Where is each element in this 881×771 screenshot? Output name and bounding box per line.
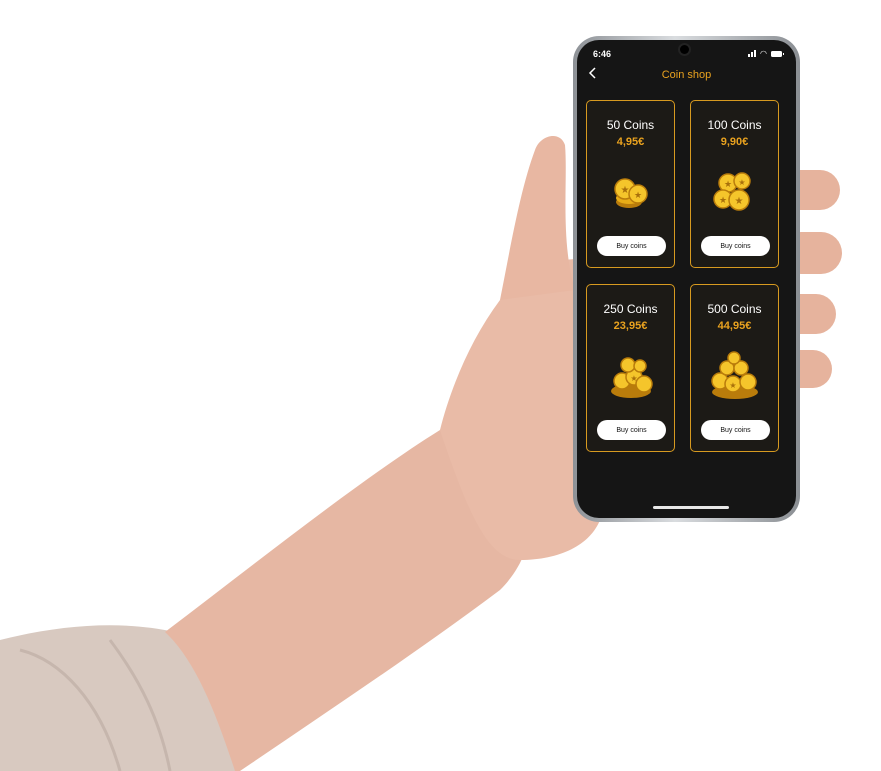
status-time: 6:46 xyxy=(593,49,612,59)
svg-text:★: ★ xyxy=(634,190,642,200)
coin-stack-icon: ★ xyxy=(611,357,653,398)
product-price: 23,95€ xyxy=(613,320,648,332)
svg-text:★: ★ xyxy=(630,374,637,383)
coin-stack-icon: ★ ★ ★ ★ xyxy=(713,172,751,211)
phone-screen: 6:46 ◠ Coin shop 50 Coins 4,95€ ★ ★ Buy … xyxy=(577,40,796,518)
coin-product-grid: 50 Coins 4,95€ ★ ★ Buy coins 100 Coins 9… xyxy=(586,100,791,460)
buy-coins-button[interactable]: Buy coins xyxy=(701,420,770,440)
phone-frame: 6:46 ◠ Coin shop 50 Coins 4,95€ ★ ★ Buy … xyxy=(573,36,800,522)
status-icons: ◠ xyxy=(748,49,784,58)
wifi-icon: ◠ xyxy=(760,49,767,58)
product-card-100-coins[interactable]: 100 Coins 9,90€ ★ ★ ★ ★ Buy coins xyxy=(690,100,779,268)
buy-coins-button[interactable]: Buy coins xyxy=(597,420,666,440)
product-card-50-coins[interactable]: 50 Coins 4,95€ ★ ★ Buy coins xyxy=(586,100,675,268)
svg-text:★: ★ xyxy=(621,185,630,196)
buy-coins-button[interactable]: Buy coins xyxy=(701,236,770,256)
product-price: 9,90€ xyxy=(720,136,749,148)
product-title: 50 Coins xyxy=(606,118,655,132)
product-title: 500 Coins xyxy=(707,302,762,316)
product-card-500-coins[interactable]: 500 Coins 44,95€ ★ Buy coins xyxy=(690,284,779,452)
svg-text:★: ★ xyxy=(735,196,744,207)
product-title: 250 Coins xyxy=(603,302,658,316)
product-title: 100 Coins xyxy=(707,118,762,132)
buy-coins-button[interactable]: Buy coins xyxy=(597,236,666,256)
svg-text:★: ★ xyxy=(724,179,732,189)
navigation-bar: Coin shop xyxy=(577,66,796,86)
svg-text:★: ★ xyxy=(738,178,745,187)
product-price: 4,95€ xyxy=(616,136,645,148)
coin-stack-icon: ★ xyxy=(711,351,758,399)
coin-stack-icon: ★ ★ xyxy=(614,178,648,208)
svg-text:★: ★ xyxy=(719,195,727,205)
home-indicator xyxy=(653,506,729,509)
svg-text:★: ★ xyxy=(729,381,736,390)
battery-icon xyxy=(771,50,784,57)
page-title: Coin shop xyxy=(661,69,712,81)
product-price: 44,95€ xyxy=(717,320,752,332)
product-card-250-coins[interactable]: 250 Coins 23,95€ ★ Buy coins xyxy=(586,284,675,452)
signal-icon xyxy=(748,50,757,57)
status-bar: 6:46 ◠ xyxy=(577,40,796,62)
front-camera xyxy=(680,45,689,54)
